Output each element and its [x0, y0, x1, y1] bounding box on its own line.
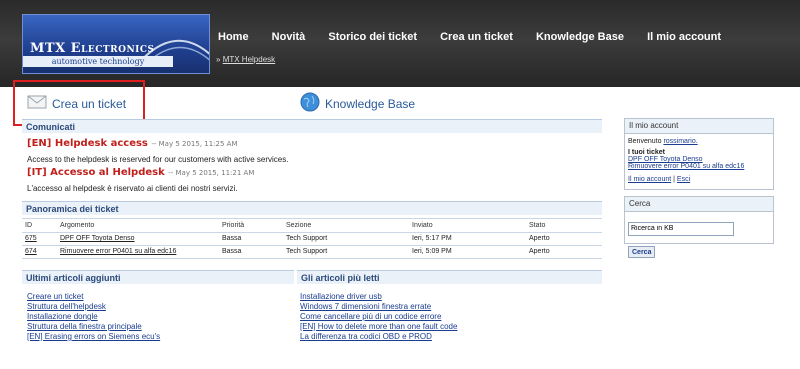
article-link[interactable]: Creare un ticket — [27, 292, 83, 301]
account-box-heading: Il mio account — [625, 119, 773, 134]
ticket-subject-link[interactable]: DPF OFF Toyota Denso — [60, 235, 135, 242]
nav-news[interactable]: Novità — [272, 31, 306, 43]
nav-knowledge-base[interactable]: Knowledge Base — [536, 31, 624, 43]
ticket-id-link[interactable]: 675 — [25, 235, 37, 242]
article-link[interactable]: Struttura dell'helpdesk — [27, 302, 106, 311]
nav-create-ticket[interactable]: Crea un ticket — [440, 31, 513, 43]
account-links: Il mio account | Esci — [628, 176, 770, 183]
divider — [22, 232, 602, 233]
news-title: [IT] Accesso al Helpdesk — [27, 167, 165, 178]
search-button[interactable]: Cerca — [628, 246, 656, 258]
search-box: Cerca Cerca — [624, 196, 774, 258]
account-box: Il mio account Benvenuto rossimario. I t… — [624, 118, 774, 190]
username-link[interactable]: rossimario. — [663, 138, 697, 145]
ticket-submitted: Ieri, 5:09 PM — [412, 248, 452, 255]
ticket-status: Aperto — [529, 235, 550, 242]
welcome-text: Benvenuto — [628, 138, 662, 145]
logo[interactable]: MTX Electronics automotive technology — [22, 14, 210, 74]
top-articles-heading: Gli articoli più letti — [297, 270, 602, 284]
news-date: -- May 5 2015, 11:21 AM — [168, 169, 255, 177]
divider — [22, 218, 602, 219]
kb-search-input[interactable] — [628, 221, 734, 236]
divider — [22, 258, 602, 259]
logo-subtitle: automotive technology — [23, 56, 173, 67]
welcome-line: Benvenuto rossimario. — [628, 138, 770, 145]
news-title: [EN] Helpdesk access — [27, 138, 148, 149]
ticket-submitted: Ieri, 5:17 PM — [412, 235, 452, 242]
news-date: -- May 5 2015, 11:25 AM — [151, 140, 238, 148]
main-nav: Home Novità Storico dei ticket Crea un t… — [218, 25, 739, 44]
article-link[interactable]: Installazione dongle — [27, 312, 98, 321]
ticket-priority: Bassa — [222, 235, 242, 242]
col-header-id: ID — [25, 222, 32, 229]
news-item: [EN] Helpdesk access -- May 5 2015, 11:2… — [27, 138, 238, 149]
tickets-heading: Panoramica dei ticket — [22, 201, 602, 215]
divider — [22, 245, 602, 246]
knowledge-base-link[interactable]: Knowledge Base — [325, 97, 415, 111]
news-text: L'accesso al helpdesk è riservato ai cli… — [27, 184, 238, 193]
news-text: Access to the helpdesk is reserved for o… — [27, 155, 289, 164]
col-header-submitted: Inviato — [412, 222, 433, 229]
news-item: [IT] Accesso al Helpdesk -- May 5 2015, … — [27, 167, 254, 178]
article-link[interactable]: [EN] How to delete more than one fault c… — [300, 322, 457, 331]
top-header: MTX Electronics automotive technology Ho… — [0, 0, 800, 87]
nav-my-account[interactable]: Il mio account — [647, 31, 721, 43]
announcements-heading: Comunicati — [22, 119, 602, 133]
ticket-section: Tech Support — [286, 235, 328, 242]
col-header-status: Stato — [529, 222, 546, 229]
globe-icon — [300, 92, 320, 112]
article-link[interactable]: Installazione driver usb — [300, 292, 382, 301]
link-separator: | — [673, 176, 675, 183]
breadcrumb-link[interactable]: MTX Helpdesk — [223, 55, 275, 64]
article-link[interactable]: Windows 7 dimensioni finestra errate — [300, 302, 431, 311]
ticket-status: Aperto — [529, 248, 550, 255]
article-link[interactable]: Struttura della finestra principale — [27, 322, 142, 331]
ticket-id-link[interactable]: 674 — [25, 248, 37, 255]
ticket-section: Tech Support — [286, 248, 328, 255]
breadcrumb-separator: » — [216, 55, 221, 64]
my-account-link[interactable]: Il mio account — [628, 176, 671, 183]
article-link[interactable]: [EN] Erasing errors on Siemens ecu's — [27, 332, 160, 341]
col-header-priority: Priorità — [222, 222, 245, 229]
ticket-priority: Bassa — [222, 248, 242, 255]
article-link[interactable]: Come cancellare più di un codice errore — [300, 312, 441, 321]
breadcrumb: » MTX Helpdesk — [216, 55, 275, 64]
latest-articles-heading: Ultimi articoli aggiunti — [22, 270, 294, 284]
logout-link[interactable]: Esci — [677, 176, 690, 183]
nav-ticket-history[interactable]: Storico dei ticket — [328, 31, 417, 43]
col-header-subject: Argomento — [60, 222, 95, 229]
your-tickets-label: I tuoi ticket — [628, 149, 665, 156]
col-header-section: Sezione — [286, 222, 312, 229]
nav-home[interactable]: Home — [218, 31, 249, 43]
sidebar-ticket-link[interactable]: Rimuovere error P0401 su alfa edc16 — [628, 163, 744, 170]
article-link[interactable]: La differenza tra codici OBD e PROD — [300, 332, 432, 341]
logo-title: MTX Electronics — [30, 41, 155, 56]
search-box-heading: Cerca — [625, 197, 773, 212]
sidebar-ticket-link[interactable]: DPF OFF Toyota Denso — [628, 156, 703, 163]
ticket-subject-link[interactable]: Rimuovere error P0401 su alfa edc16 — [60, 248, 176, 255]
